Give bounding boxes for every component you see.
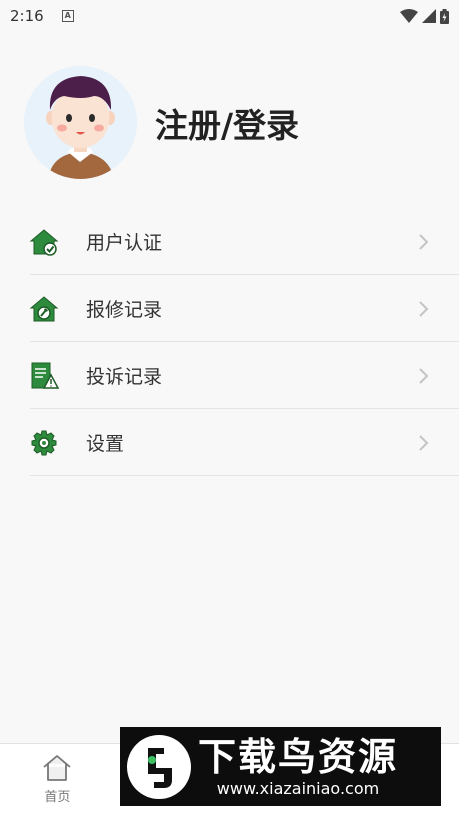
- menu-item-settings[interactable]: 设置: [0, 409, 459, 476]
- status-time: 2:16: [10, 7, 44, 25]
- chevron-right-icon: [419, 367, 429, 384]
- login-register-link[interactable]: 注册/登录: [155, 99, 299, 147]
- avatar[interactable]: [24, 66, 137, 179]
- tab-home-label: 首页: [44, 790, 71, 805]
- wifi-icon: [400, 9, 418, 23]
- menu-item-complaint-records[interactable]: 投诉记录: [0, 342, 459, 409]
- profile-header[interactable]: 注册/登录: [24, 66, 299, 179]
- status-icons: [400, 8, 449, 24]
- chevron-right-icon: [419, 434, 429, 451]
- menu-item-user-verification[interactable]: 用户认证: [0, 208, 459, 275]
- home-icon: [43, 755, 71, 781]
- watermark-url: www.xiazainiao.com: [216, 778, 380, 798]
- menu-item-label: 设置: [86, 433, 125, 455]
- notification-badge: A: [61, 10, 74, 22]
- menu-item-repair-records[interactable]: 报修记录: [0, 275, 459, 342]
- gear-icon: [31, 430, 57, 455]
- house-repair-icon: [29, 295, 59, 321]
- watermark-banner: 下载鸟资源 www.xiazainiao.com: [120, 727, 441, 806]
- menu-item-label: 报修记录: [86, 299, 163, 321]
- house-check-icon: [29, 228, 59, 256]
- bird-logo-icon: [127, 734, 191, 799]
- chevron-right-icon: [419, 300, 429, 317]
- battery-icon: [440, 8, 449, 24]
- tab-home[interactable]: 首页: [0, 744, 115, 816]
- avatar-boy-icon: [24, 66, 137, 179]
- menu-item-label: 用户认证: [86, 232, 163, 254]
- menu-list: 用户认证 报修记录 投诉记录 设置: [0, 208, 459, 476]
- chevron-right-icon: [419, 233, 429, 250]
- watermark-title: 下载鸟资源: [198, 734, 399, 779]
- status-bar: 2:16 A: [0, 0, 459, 32]
- signal-icon: [422, 9, 436, 23]
- document-complaint-icon: [31, 362, 59, 389]
- menu-item-label: 投诉记录: [86, 366, 163, 388]
